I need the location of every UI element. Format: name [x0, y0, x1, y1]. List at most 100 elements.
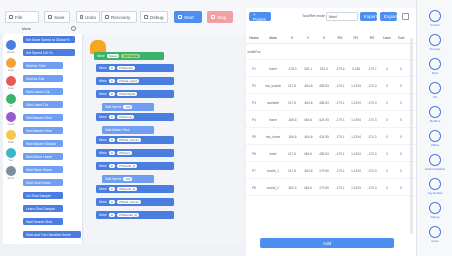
palette-block[interactable]: Wait Open Home: [23, 166, 63, 173]
point-dropdown[interactable]: P9(rad_home): [117, 200, 141, 204]
palette-block[interactable]: Wait Master Shot: [23, 127, 63, 134]
palette-block[interactable]: Wait for Shot: [23, 62, 63, 69]
category-math-icon[interactable]: [6, 130, 16, 140]
save-button[interactable]: Save: [44, 11, 70, 23]
undo-button[interactable]: Undo: [76, 11, 100, 23]
mode-dropdown[interactable]: to: [108, 187, 116, 191]
palette-block[interactable]: Set Move Speed to Global %: [23, 36, 75, 43]
palette-block[interactable]: Wait Motor Home: [23, 153, 63, 160]
point-dropdown[interactable]: P10(sunlit_2): [117, 213, 139, 217]
palette-block[interactable]: Start and Turn Variable Home: [23, 231, 81, 238]
palette-block[interactable]: Wait Search Shot: [23, 218, 63, 225]
table-row[interactable]: P5 rad_home -186.6 -464.6 424.95 -179.1 1.1294…: [246, 129, 416, 145]
table-row[interactable]: P4 home -186.6 464.6 424.95 -179.1 1.1294 -170.…: [246, 112, 416, 128]
mode-dropdown[interactable]: to: [108, 200, 116, 204]
start-move-block[interactable]: Move Speed 100 Global: [94, 52, 164, 60]
palette-block[interactable]: Wait Master Shot: [23, 114, 63, 121]
table-cell: -179.6: [335, 66, 345, 71]
mode-dropdown[interactable]: to: [108, 213, 116, 217]
point-dropdown[interactable]: P5(rad_home): [117, 138, 141, 142]
point-dropdown[interactable]: P7(sunlit_1): [117, 164, 138, 168]
mode-dropdown[interactable]: to: [108, 79, 116, 83]
import-button[interactable]: Import: [360, 12, 377, 21]
move-block[interactable]: Move to P5(rad_home): [96, 136, 174, 144]
table-row[interactable]: P8 sunlet_2 -362.4 464.6 179.90 -179.1 1.1294 -…: [246, 180, 416, 196]
move-block[interactable]: Move to P4(home): [96, 113, 174, 121]
category-logic-icon[interactable]: [6, 58, 16, 68]
mode-dropdown[interactable]: to: [108, 151, 116, 155]
settings-icon[interactable]: [402, 13, 409, 20]
palette-block[interactable]: Set Speed 100 %: [23, 49, 75, 56]
sidebar-item-users[interactable]: Users: [417, 226, 452, 243]
move-block[interactable]: Move to P7(sunlit_1): [96, 162, 174, 170]
sidebar-item-global-variable[interactable]: Global Variable: [417, 154, 452, 171]
table-row[interactable]: P6 enter 317.6 464.6 455.53 -179.1 1.1294 -170.…: [246, 146, 416, 162]
move-block[interactable]: Move to P3(sunlight): [96, 90, 174, 98]
coord-mode-select[interactable]: Movl: [326, 12, 358, 21]
wait-block[interactable]: Wait Speed 100: [102, 103, 154, 111]
start-button[interactable]: Start: [174, 11, 202, 23]
settings-icon[interactable]: [71, 26, 76, 31]
file-button[interactable]: File: [5, 11, 39, 23]
move-block[interactable]: Move to P2(rad_start): [96, 77, 174, 85]
mode-dropdown[interactable]: to: [108, 138, 116, 142]
category-data-icon[interactable]: [6, 76, 16, 86]
sidebar-item-debug[interactable]: Debug: [417, 202, 452, 219]
category-motion-icon[interactable]: [6, 40, 16, 50]
mode-dropdown[interactable]: to: [108, 115, 116, 119]
speed-pill[interactable]: Speed: [106, 54, 120, 58]
export-button[interactable]: Export: [380, 12, 397, 21]
table-row[interactable]: P3 sunlabel 317.6 -464.6 455.53 -179.1 1.1294 -…: [246, 95, 416, 111]
move-block[interactable]: Move to P8(sunlit_2): [96, 185, 174, 193]
mode-dropdown[interactable]: to: [108, 92, 116, 96]
table-row[interactable]: P2 rad_sunrtel 317.6 -464.6 455.53 -179.1 1.12…: [246, 78, 416, 94]
move-block[interactable]: Move to P10(sunlit_2): [96, 211, 174, 219]
sidebar-item-offline[interactable]: Offline: [417, 130, 452, 147]
move-block[interactable]: Move to P1(Home): [96, 64, 174, 72]
point-dropdown[interactable]: P4(home): [117, 115, 135, 119]
table-scrollbar[interactable]: [410, 38, 413, 234]
table-row[interactable]: P1 home -178.0 332.1 521.0 -179.6 0.248 -179.7 0…: [246, 61, 416, 77]
point-dropdown[interactable]: P1(Home): [117, 66, 135, 70]
table-row[interactable]: InitialPos: [246, 44, 416, 60]
table-cell: rad_home: [265, 134, 281, 139]
point-dropdown[interactable]: 100: [123, 105, 133, 109]
point-dropdown[interactable]: 100: [123, 177, 133, 181]
mode-dropdown[interactable]: to: [108, 66, 116, 70]
palette-block[interactable]: Wait Laser Cut: [23, 101, 63, 108]
recovery-button[interactable]: Recovery: [101, 11, 137, 23]
wait-block[interactable]: Wait Speed 100: [102, 175, 154, 183]
palette-block[interactable]: Wait Lamer Cut: [23, 88, 63, 95]
palette-block[interactable]: Learn Shot Sample: [23, 205, 63, 212]
wait-block[interactable]: Wait Master Shot: [102, 126, 154, 134]
sidebar-item-jog-enable[interactable]: Jog Enable: [417, 178, 452, 195]
point-dropdown[interactable]: P2(rad_start): [117, 79, 139, 83]
point-dropdown[interactable]: P8(sunlit_2): [117, 187, 138, 191]
palette-block[interactable]: Go Shot Sample: [23, 192, 63, 199]
category-text-icon[interactable]: [6, 148, 16, 158]
palette-block[interactable]: Wait Master Module: [23, 140, 63, 147]
category-io-icon[interactable]: [6, 94, 16, 104]
sidebar-item-process[interactable]: Process: [417, 34, 452, 51]
table-cell: 317.6: [288, 83, 296, 88]
table-row[interactable]: P7 sunlet_1 317.6 -464.6 179.90 -179.1 1.1294 -…: [246, 163, 416, 179]
sidebar-item-modbus[interactable]: Modbus: [417, 106, 452, 123]
palette-block[interactable]: Wait Shut Home: [23, 179, 63, 186]
program-workspace[interactable]: Move Speed 100 Global Move to P1(Home) Move…: [84, 34, 244, 244]
speed-value[interactable]: 100 Global: [121, 54, 140, 58]
move-block[interactable]: Move to P6(rpm): [96, 149, 174, 157]
point-dropdown[interactable]: P3(sunlight): [117, 92, 138, 96]
palette-block[interactable]: Wait for Exit: [23, 75, 63, 82]
stop-button[interactable]: Stop: [207, 11, 233, 23]
mode-dropdown[interactable]: to: [108, 164, 116, 168]
point-dropdown[interactable]: P6(rpm): [117, 151, 133, 155]
debug-button[interactable]: Debug: [140, 11, 168, 23]
sidebar-item-movl[interactable]: Movl: [417, 58, 452, 75]
move-block[interactable]: Move to P9(rad_home): [96, 198, 174, 206]
add-point-button[interactable]: Add: [260, 238, 394, 248]
category-vision-icon[interactable]: [6, 112, 16, 122]
sidebar-item-i-o[interactable]: I/O: [417, 82, 452, 99]
add-points-button[interactable]: + Points: [249, 12, 271, 22]
sidebar-item-control[interactable]: Control: [417, 10, 452, 27]
category-event-icon[interactable]: [6, 166, 16, 176]
